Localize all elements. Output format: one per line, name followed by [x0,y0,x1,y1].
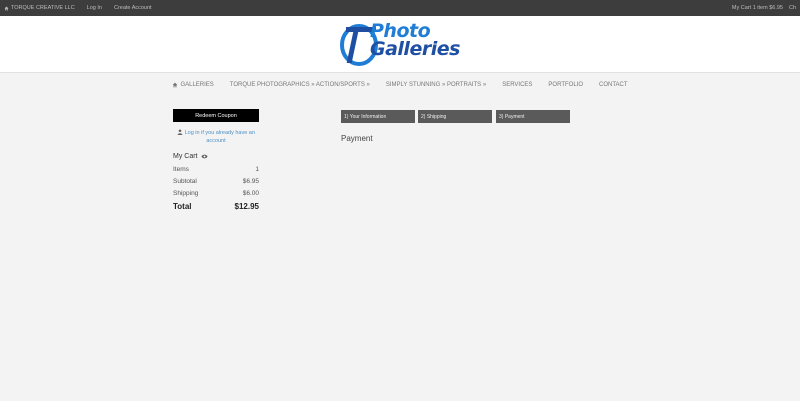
cart-row-value: 1 [255,166,259,173]
cart-row-label: Shipping [173,190,199,197]
checkout-link[interactable]: Ch [789,5,796,11]
site-header: Photo Galleries [0,16,800,73]
site-logo[interactable]: Photo Galleries [340,18,474,68]
brand-link[interactable]: TORQUE CREATIVE LLC [4,5,75,11]
cart-row-subtotal: Subtotal $6.95 [173,178,259,185]
home-icon [4,6,9,10]
eye-icon[interactable] [201,154,208,159]
home-icon [173,82,178,88]
cart-row-value: $12.95 [234,202,259,211]
top-bar: TORQUE CREATIVE LLC Log In Create Accoun… [0,0,800,16]
cart-row-label: Subtotal [173,178,197,185]
main-nav: GALLERIES TORQUE PHOTOGRAPHICS » ACTION/… [0,79,800,91]
cart-row-shipping: Shipping $6.00 [173,190,259,197]
nav-item-galleries-label: GALLERIES [180,82,214,88]
logo-text-galleries: Galleries [370,38,460,60]
create-account-link[interactable]: Create Account [114,5,152,11]
nav-item-portfolio[interactable]: PORTFOLIO [548,82,583,88]
cart-row-label: Total [173,202,192,211]
top-bar-right: My Cart 1 item $6.95 Ch [726,0,796,16]
step-shipping[interactable]: 2) Shipping [418,110,492,123]
step-your-information[interactable]: 1) Your Information [341,110,415,123]
cart-title: My Cart [173,153,208,160]
login-prompt-link[interactable]: Log in if you already have an account [173,129,259,145]
cart-title-label: My Cart [173,153,198,160]
nav-item-galleries[interactable]: GALLERIES [172,82,214,88]
login-prompt-label: Log in if you already have an account [184,130,255,144]
cart-row-label: Items [173,166,189,173]
brand-label: TORQUE CREATIVE LLC [11,5,75,11]
cart-row-total: Total $12.95 [173,202,259,211]
redeem-coupon-button[interactable]: Redeem Coupon [173,109,259,122]
payment-heading: Payment [341,134,373,143]
nav-item-torque[interactable]: TORQUE PHOTOGRAPHICS » ACTION/SPORTS » [230,82,370,88]
nav-item-contact[interactable]: CONTACT [599,82,628,88]
step-payment[interactable]: 3) Payment [496,110,570,123]
cart-summary-link[interactable]: My Cart 1 item $6.95 [732,5,783,11]
user-icon [177,129,183,135]
nav-item-simply-stunning[interactable]: SIMPLY STUNNING » PORTRAITS » [386,82,486,88]
cart-row-value: $6.95 [242,178,259,185]
cart-row-value: $6.00 [242,190,259,197]
nav-item-services[interactable]: SERVICES [502,82,532,88]
login-link[interactable]: Log In [87,5,102,11]
top-bar-left: TORQUE CREATIVE LLC Log In Create Accoun… [4,0,164,16]
cart-row-items: Items 1 [173,166,259,173]
